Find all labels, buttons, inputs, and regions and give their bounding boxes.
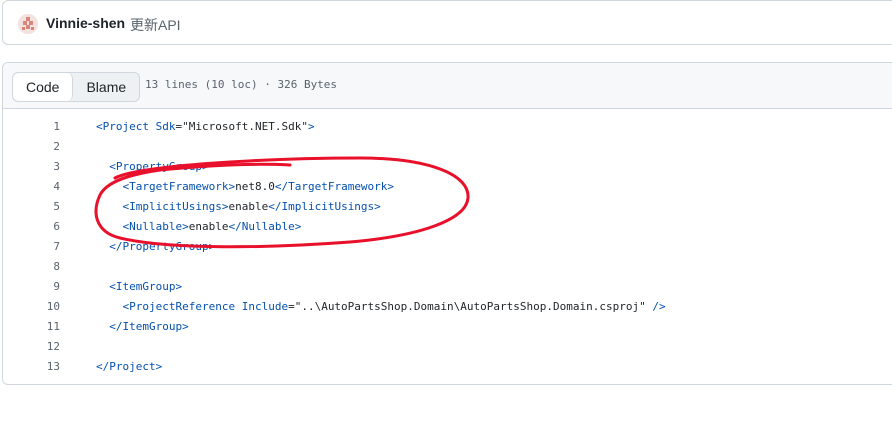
line-number[interactable]: 8: [3, 257, 60, 277]
xml-token: <Nullable>: [122, 220, 189, 233]
line-source: <TargetFramework>net8.0</TargetFramework…: [96, 177, 395, 197]
xml-token: >: [307, 120, 315, 133]
avatar[interactable]: [18, 14, 38, 34]
xml-token: <ProjectReference: [122, 300, 242, 313]
line-number[interactable]: 1: [3, 117, 60, 137]
line-number[interactable]: 9: [3, 277, 60, 297]
commit-message-link[interactable]: 更新API: [130, 15, 181, 35]
xml-token: Sdk: [155, 120, 176, 133]
code-blame-toggle: Code Blame: [12, 72, 141, 102]
xml-token: />: [652, 300, 666, 313]
line-number[interactable]: 5: [3, 197, 60, 217]
commit-author-link[interactable]: Vinnie-shen: [46, 15, 125, 31]
line-source: </PropertyGroup>: [96, 237, 215, 257]
code-view: 1 <Project Sdk="Microsoft.NET.Sdk"> 2 3 <Pr…: [3, 117, 892, 377]
line-source: <Nullable>enable</Nullable>: [96, 217, 302, 237]
line-number[interactable]: 2: [3, 137, 60, 157]
file-header: Code Blame 13 lines (10 loc) · 326 Bytes: [3, 63, 892, 109]
line-source: <ImplicitUsings>enable</ImplicitUsings>: [96, 197, 381, 217]
line-number[interactable]: 11: [3, 317, 60, 337]
identicon-icon: [18, 14, 38, 34]
xml-token: <ImplicitUsings>: [122, 200, 229, 213]
line-number[interactable]: 13: [3, 357, 60, 377]
code-line: 12: [3, 337, 892, 357]
line-source: <PropertyGroup>: [96, 157, 209, 177]
code-line: 8: [3, 257, 892, 277]
code-line: 11 </ItemGroup>: [3, 317, 892, 337]
xml-token: </ImplicitUsings>: [268, 200, 381, 213]
line-number[interactable]: 4: [3, 177, 60, 197]
line-number[interactable]: 3: [3, 157, 60, 177]
xml-token: </Project>: [96, 360, 163, 373]
xml-token: </Nullable>: [228, 220, 302, 233]
line-number[interactable]: 7: [3, 237, 60, 257]
line-source: </Project>: [96, 357, 162, 377]
code-text: enable: [228, 200, 269, 213]
xml-token: <PropertyGroup>: [109, 160, 209, 173]
xml-token: </ItemGroup>: [109, 320, 189, 333]
line-number[interactable]: 6: [3, 217, 60, 237]
xml-token: Include: [241, 300, 289, 313]
code-line: 10 <ProjectReference Include="..\AutoPar…: [3, 297, 892, 317]
xml-token: <Project: [96, 120, 156, 133]
code-text: enable: [188, 220, 229, 233]
code-line: 1 <Project Sdk="Microsoft.NET.Sdk">: [3, 117, 892, 137]
xml-token: </TargetFramework>: [274, 180, 395, 193]
code-line: 6 <Nullable>enable</Nullable>: [3, 217, 892, 237]
commit-bar: Vinnie-shen 更新API: [2, 0, 892, 45]
file-viewer: Code Blame 13 lines (10 loc) · 326 Bytes…: [2, 62, 892, 385]
code-line: 5 <ImplicitUsings>enable</ImplicitUsings…: [3, 197, 892, 217]
code-line: 7 </PropertyGroup>: [3, 237, 892, 257]
line-source: <Project Sdk="Microsoft.NET.Sdk">: [96, 117, 315, 137]
line-source: </ItemGroup>: [96, 317, 189, 337]
xml-token: <ItemGroup>: [109, 280, 183, 293]
code-line: 13 </Project>: [3, 357, 892, 377]
file-stats: 13 lines (10 loc) · 326 Bytes: [145, 78, 338, 91]
code-line: 3 <PropertyGroup>: [3, 157, 892, 177]
xml-token: <TargetFramework>: [122, 180, 236, 193]
line-source: <ItemGroup>: [96, 277, 182, 297]
code-line: 9 <ItemGroup>: [3, 277, 892, 297]
code-text: ="Microsoft.NET.Sdk": [175, 120, 308, 133]
line-number[interactable]: 10: [3, 297, 60, 317]
blame-tab-button[interactable]: Blame: [73, 73, 139, 101]
code-text: net8.0: [235, 180, 275, 193]
line-source: <ProjectReference Include="..\AutoPartsS…: [96, 297, 666, 317]
line-number[interactable]: 12: [3, 337, 60, 357]
code-tab-button[interactable]: Code: [13, 73, 74, 101]
xml-token: </PropertyGroup>: [109, 240, 216, 253]
code-line: 2: [3, 137, 892, 157]
code-text: ="..\AutoPartsShop.Domain\AutoPartsShop.…: [288, 300, 653, 313]
code-line: 4 <TargetFramework>net8.0</TargetFramewo…: [3, 177, 892, 197]
